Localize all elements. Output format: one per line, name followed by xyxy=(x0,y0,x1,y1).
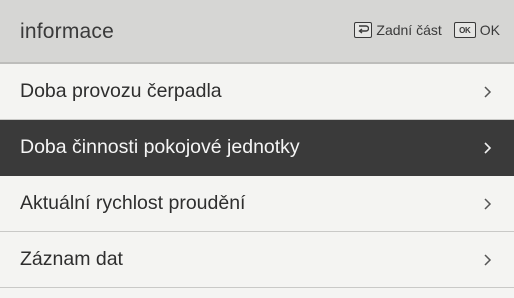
menu-item-label: Doba provozu čerpadla xyxy=(20,80,222,102)
header-bar: informace Zadní část OK OK xyxy=(0,0,514,64)
menu-item-label: Aktuální rychlost proudění xyxy=(20,192,246,214)
menu-item-current-flow-rate[interactable]: Aktuální rychlost proudění xyxy=(0,176,514,232)
info-menu: Doba provozu čerpadla Doba činnosti poko… xyxy=(0,64,514,288)
page-title: informace xyxy=(20,20,115,43)
menu-item-label: Doba činnosti pokojové jednotky xyxy=(20,136,300,158)
chevron-right-icon xyxy=(482,254,494,266)
menu-item-label: Záznam dat xyxy=(20,248,123,270)
chevron-right-icon xyxy=(482,198,494,210)
header-controls: Zadní část OK OK xyxy=(354,22,500,38)
ok-button-label[interactable]: OK xyxy=(480,22,500,38)
back-arrow-icon[interactable] xyxy=(354,22,373,38)
info-screen: informace Zadní část OK OK Doba provozu … xyxy=(0,0,514,298)
chevron-right-icon xyxy=(482,142,494,154)
back-button-label[interactable]: Zadní část xyxy=(376,22,441,38)
ok-key-icon[interactable]: OK xyxy=(453,22,476,38)
menu-item-room-unit-activity-time[interactable]: Doba činnosti pokojové jednotky xyxy=(0,120,514,176)
menu-item-data-log[interactable]: Záznam dat xyxy=(0,232,514,288)
menu-item-pump-operating-time[interactable]: Doba provozu čerpadla xyxy=(0,64,514,120)
chevron-right-icon xyxy=(482,86,494,98)
